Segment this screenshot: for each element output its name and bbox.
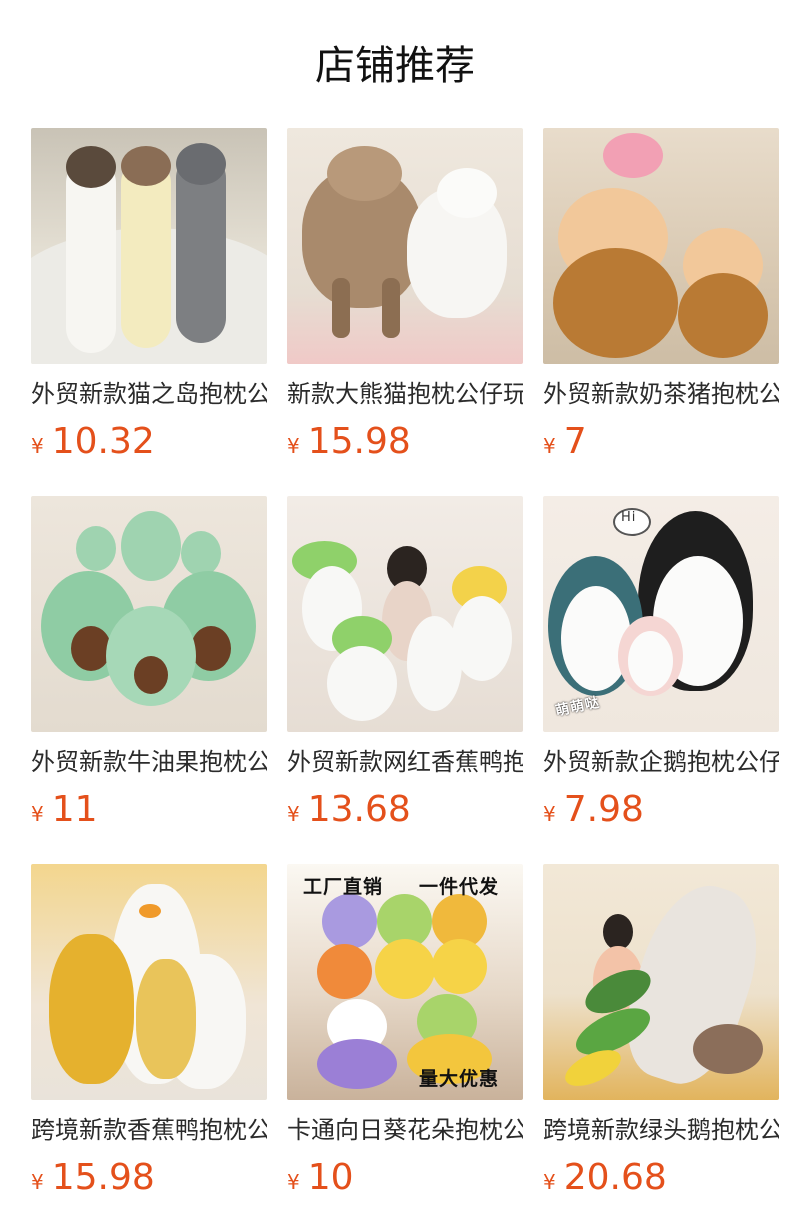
product-card[interactable]: 外贸新款网红香蕉鸭抱枕 ¥13.68 [287, 496, 523, 832]
product-card[interactable]: 工厂直销 一件代发 量大优惠 卡通向日葵花朵抱枕公仔 ¥10 [287, 864, 523, 1200]
product-card[interactable]: 跨境新款香蕉鸭抱枕公仔 ¥15.98 [31, 864, 267, 1200]
product-card[interactable]: 外贸新款奶茶猪抱枕公仔 ¥7 [543, 128, 779, 464]
tag-text: 萌萌哒 [554, 694, 602, 720]
price-value: 20.68 [563, 1157, 667, 1198]
overlay-text-top-left: 工厂直销 [303, 876, 384, 898]
currency-symbol: ¥ [31, 434, 44, 458]
product-price: ¥15.98 [287, 420, 523, 464]
product-image[interactable] [287, 128, 523, 364]
product-card[interactable]: 外贸新款牛油果抱枕公仔 ¥11 [31, 496, 267, 832]
product-price: ¥11 [31, 788, 267, 832]
product-card[interactable]: 跨境新款绿头鹅抱枕公仔 ¥20.68 [543, 864, 779, 1200]
product-price: ¥7.98 [543, 788, 779, 832]
product-name[interactable]: 外贸新款企鹅抱枕公仔玩 [543, 746, 779, 778]
product-card[interactable]: 新款大熊猫抱枕公仔玩偶 ¥15.98 [287, 128, 523, 464]
currency-symbol: ¥ [287, 802, 300, 826]
product-name[interactable]: 跨境新款香蕉鸭抱枕公仔 [31, 1114, 267, 1146]
page-title: 店铺推荐 [315, 43, 475, 89]
currency-symbol: ¥ [543, 434, 556, 458]
product-image[interactable]: 工厂直销 一件代发 量大优惠 [287, 864, 523, 1100]
price-value: 10.32 [51, 421, 155, 462]
price-value: 15.98 [307, 421, 411, 462]
price-value: 7 [563, 421, 587, 462]
product-name[interactable]: 外贸新款网红香蕉鸭抱枕 [287, 746, 523, 778]
product-price: ¥15.98 [31, 1156, 267, 1200]
price-value: 15.98 [51, 1157, 155, 1198]
product-name[interactable]: 外贸新款猫之岛抱枕公仔 [31, 378, 267, 410]
currency-symbol: ¥ [31, 802, 44, 826]
product-image[interactable] [31, 128, 267, 364]
product-image[interactable] [31, 864, 267, 1100]
product-image[interactable] [287, 496, 523, 732]
product-card[interactable]: Hi 萌萌哒 外贸新款企鹅抱枕公仔玩 ¥7.98 [543, 496, 779, 832]
currency-symbol: ¥ [543, 1170, 556, 1194]
product-image[interactable] [543, 864, 779, 1100]
product-card[interactable]: 外贸新款猫之岛抱枕公仔 ¥10.32 [31, 128, 267, 464]
product-price: ¥13.68 [287, 788, 523, 832]
product-price: ¥7 [543, 420, 779, 464]
product-price: ¥10.32 [31, 420, 267, 464]
product-price: ¥10 [287, 1156, 523, 1200]
product-image[interactable] [31, 496, 267, 732]
product-image[interactable]: Hi 萌萌哒 [543, 496, 779, 732]
currency-symbol: ¥ [287, 1170, 300, 1194]
price-value: 11 [51, 789, 98, 830]
product-price: ¥20.68 [543, 1156, 779, 1200]
price-value: 7.98 [563, 789, 644, 830]
product-grid: 外贸新款猫之岛抱枕公仔 ¥10.32 新款大熊猫抱枕公仔玩偶 ¥15.98 外贸… [31, 128, 779, 1200]
price-value: 10 [307, 1157, 354, 1198]
product-name[interactable]: 新款大熊猫抱枕公仔玩偶 [287, 378, 523, 410]
product-image[interactable] [543, 128, 779, 364]
product-name[interactable]: 外贸新款牛油果抱枕公仔 [31, 746, 267, 778]
currency-symbol: ¥ [543, 802, 556, 826]
product-name[interactable]: 跨境新款绿头鹅抱枕公仔 [543, 1114, 779, 1146]
currency-symbol: ¥ [287, 434, 300, 458]
currency-symbol: ¥ [31, 1170, 44, 1194]
price-value: 13.68 [307, 789, 411, 830]
overlay-text-bottom: 量大优惠 [419, 1068, 500, 1090]
bubble-text: Hi [621, 510, 637, 525]
product-name[interactable]: 卡通向日葵花朵抱枕公仔 [287, 1114, 523, 1146]
overlay-text-top-right: 一件代发 [419, 876, 500, 898]
product-name[interactable]: 外贸新款奶茶猪抱枕公仔 [543, 378, 779, 410]
